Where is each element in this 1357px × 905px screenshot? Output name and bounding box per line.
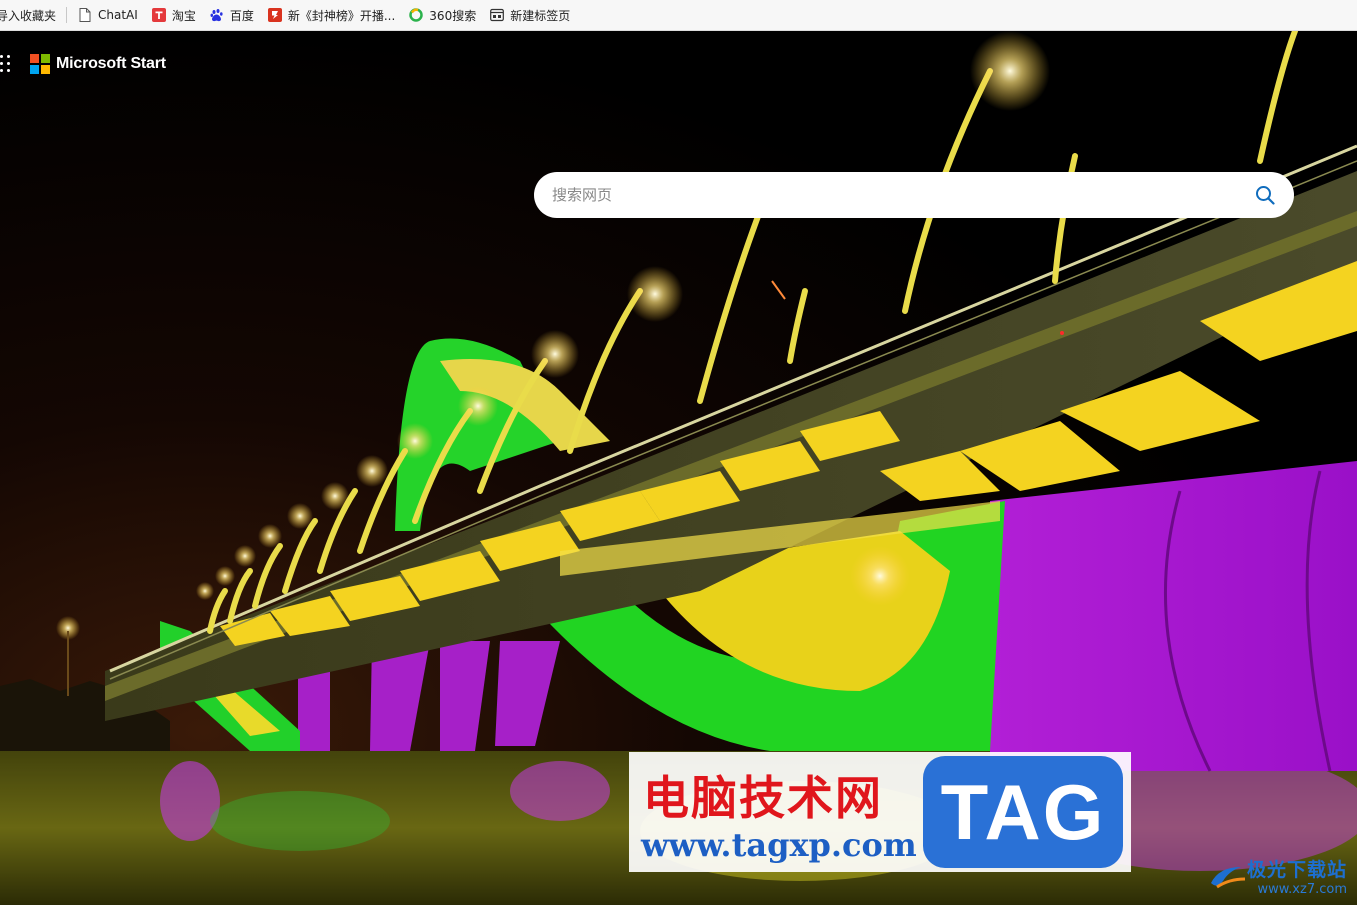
bookmark-label: 百度 xyxy=(229,8,254,23)
fengshen-icon xyxy=(267,8,282,22)
bookmark-label: 新建标签页 xyxy=(510,8,571,23)
bookmark-label: 导入收藏夹 xyxy=(0,8,57,23)
new-tab-icon xyxy=(490,8,505,22)
search-icon[interactable] xyxy=(1254,184,1276,206)
watermark-url: www.tagxp.com xyxy=(641,826,917,864)
watermark-title: 电脑技术网 xyxy=(643,771,883,825)
bookmark-fengshen[interactable]: 新《封神榜》开播... xyxy=(261,3,402,27)
brand-name[interactable]: Microsoft Start xyxy=(56,55,166,73)
bookmarks-separator xyxy=(66,7,68,23)
bookmark-label: 360搜索 xyxy=(429,8,477,23)
bookmarks-bar: 导入收藏夹 ChatAI 淘宝 百度 新《封神榜》开播... 360搜索 新建标… xyxy=(0,0,1357,31)
bookmark-import-favorites[interactable]: 导入收藏夹 xyxy=(0,3,63,27)
watermark-tag-logo: TAG xyxy=(923,756,1123,868)
taobao-icon xyxy=(151,8,166,22)
secondary-watermark-url: www.xz7.com xyxy=(1257,882,1347,897)
baidu-paw-icon xyxy=(210,8,224,22)
watermark-banner: 电脑技术网 www.tagxp.com TAG xyxy=(629,752,1131,872)
bookmark-baidu[interactable]: 百度 xyxy=(203,3,261,27)
bookmark-chatai[interactable]: ChatAI xyxy=(71,3,145,27)
page-icon xyxy=(78,8,92,22)
bookmark-label: ChatAI xyxy=(98,8,138,22)
header: Microsoft Start xyxy=(0,52,166,76)
xz7-logo-icon xyxy=(1210,867,1246,889)
secondary-watermark-title: 极光下载站 xyxy=(1246,859,1347,881)
secondary-watermark: 极光下载站 www.xz7.com xyxy=(1207,855,1347,897)
app-launcher-icon[interactable] xyxy=(0,55,12,73)
bookmark-label: 新《封神榜》开播... xyxy=(287,8,396,23)
microsoft-logo-icon xyxy=(30,54,50,74)
bookmark-label: 淘宝 xyxy=(171,8,196,23)
360-search-icon xyxy=(409,8,424,22)
bookmark-new-tab[interactable]: 新建标签页 xyxy=(483,3,577,27)
bookmark-taobao[interactable]: 淘宝 xyxy=(145,3,203,27)
search-input[interactable] xyxy=(550,185,1254,205)
new-tab-page: Microsoft Start 电脑技术网 www.tagxp.com TAG … xyxy=(0,31,1357,905)
bookmark-360-search[interactable]: 360搜索 xyxy=(402,3,483,27)
search-box xyxy=(534,172,1294,218)
